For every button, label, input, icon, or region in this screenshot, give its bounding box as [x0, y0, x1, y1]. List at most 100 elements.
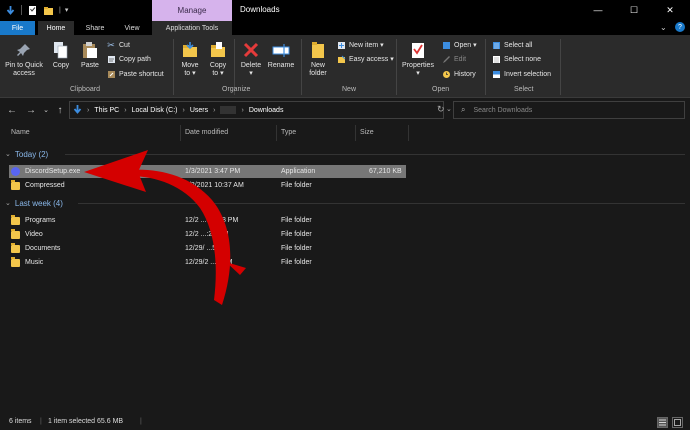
help-icon[interactable]: ?: [675, 22, 685, 32]
expand-ribbon-chevron-icon[interactable]: ⌄: [660, 23, 667, 32]
invert-selection-button[interactable]: Invert selection: [491, 68, 551, 80]
ribbon-separator: [396, 39, 397, 95]
edit-pencil-icon: [441, 54, 451, 64]
address-bar[interactable]: › This PC › Local Disk (C:) › Users › › …: [69, 101, 444, 119]
new-folder-button[interactable]: New folder: [304, 40, 332, 78]
tab-manage[interactable]: Manage: [152, 0, 232, 21]
breadcrumb-chevron-icon[interactable]: ›: [183, 107, 185, 114]
recent-locations-chevron-icon[interactable]: ⌄: [40, 104, 52, 116]
file-type: Application: [281, 168, 316, 175]
file-row[interactable]: DiscordSetup.exe 1/3/2021 3:47 PM Applic…: [9, 165, 406, 178]
search-box[interactable]: ⌕ Search Downloads: [453, 101, 685, 119]
select-none-icon: [491, 54, 501, 64]
clipboard-group-label: Clipboard: [70, 86, 100, 93]
column-header-size[interactable]: Size: [360, 125, 374, 139]
ribbon: Pin to Quick access Copy Paste ✂ Cut Cop…: [0, 35, 690, 98]
forward-arrow-icon[interactable]: →: [25, 104, 37, 116]
maximize-button[interactable]: ☐: [616, 2, 652, 18]
edit-label: Edit: [454, 55, 467, 63]
copy-path-button[interactable]: Copy path: [106, 53, 151, 65]
breadcrumb-chevron-icon[interactable]: ›: [124, 107, 126, 114]
breadcrumb-this-pc[interactable]: This PC: [94, 107, 119, 114]
column-separator[interactable]: [355, 125, 356, 141]
select-none-button[interactable]: Select none: [491, 53, 541, 65]
breadcrumb-chevron-icon[interactable]: ›: [87, 107, 89, 114]
tab-application-tools[interactable]: Application Tools: [152, 21, 232, 35]
file-row[interactable]: Compressed 1/3/2021 10:37 AM File folder: [9, 179, 406, 192]
navigation-bar: ← → ⌄ ↑ › This PC › Local Disk (C:) › Us…: [0, 99, 690, 121]
column-header-name[interactable]: Name: [11, 125, 30, 139]
paste-button[interactable]: Paste: [78, 40, 102, 70]
customize-qa-chevron-icon[interactable]: ▾: [65, 6, 69, 14]
app-download-icon[interactable]: [5, 5, 16, 16]
minimize-button[interactable]: —: [580, 2, 616, 18]
history-clock-icon: [441, 69, 451, 79]
column-separator[interactable]: [276, 125, 277, 141]
move-to-button[interactable]: Move to ▾: [178, 40, 202, 78]
rename-label: Rename: [267, 62, 295, 69]
selection-info: 1 item selected 65.6 MB: [48, 418, 124, 425]
column-separator[interactable]: [408, 125, 409, 141]
open-button[interactable]: Open ▾: [441, 39, 477, 51]
title-bar: | ▾ Manage Downloads — ☐ ✕: [0, 0, 690, 21]
breadcrumb-local-disk[interactable]: Local Disk (C:): [132, 107, 178, 114]
edit-button[interactable]: Edit: [441, 53, 466, 65]
easy-access-icon: [336, 54, 346, 64]
file-row[interactable]: Documents 12/29/ ...5 PM File folder: [9, 242, 406, 255]
column-separator[interactable]: [180, 125, 181, 141]
address-dropdown-chevron-icon[interactable]: ⌄: [446, 105, 452, 113]
details-view-icon[interactable]: [657, 417, 668, 428]
pin-to-quick-access-button[interactable]: Pin to Quick access: [3, 40, 45, 78]
group-header-today[interactable]: ⌄ Today (2): [5, 148, 48, 160]
file-name-cell: Video: [11, 228, 43, 241]
history-label: History: [454, 70, 476, 78]
copy-button[interactable]: Copy: [50, 40, 72, 70]
back-arrow-icon[interactable]: ←: [6, 104, 18, 116]
collapse-chevron-icon[interactable]: ⌄: [5, 150, 11, 158]
rename-button[interactable]: Rename: [266, 40, 296, 70]
file-name-cell: Music: [11, 256, 43, 269]
delete-button[interactable]: Delete ▾: [238, 40, 264, 78]
easy-access-button[interactable]: Easy access ▾: [336, 53, 394, 65]
tab-home[interactable]: Home: [38, 21, 74, 35]
close-button[interactable]: ✕: [652, 2, 688, 18]
new-item-button[interactable]: New item ▾: [336, 39, 384, 51]
pin-icon: [14, 40, 34, 60]
file-row[interactable]: Video 12/2 ...:23 PM File folder: [9, 228, 406, 241]
cut-button[interactable]: ✂ Cut: [106, 39, 130, 51]
file-name: Documents: [25, 245, 61, 252]
copy-path-icon: [106, 54, 116, 64]
collapse-chevron-icon[interactable]: ⌄: [5, 199, 11, 207]
tab-file[interactable]: File: [0, 21, 35, 35]
file-row[interactable]: Programs 12/2 ...0 5:38 PM File folder: [9, 214, 406, 227]
breadcrumb-chevron-icon[interactable]: ›: [213, 107, 215, 114]
select-all-button[interactable]: Select all: [491, 39, 532, 51]
file-name: Programs: [25, 217, 56, 224]
file-type: File folder: [281, 217, 312, 224]
paste-shortcut-button[interactable]: Paste shortcut: [106, 68, 164, 80]
tab-share[interactable]: Share: [80, 21, 110, 35]
refresh-icon[interactable]: ↻: [437, 104, 445, 115]
column-header-type[interactable]: Type: [281, 125, 296, 139]
properties-icon[interactable]: [27, 5, 38, 16]
move-to-label-2: to ▾: [184, 70, 196, 77]
easy-access-label: Easy access ▾: [349, 56, 394, 63]
tab-view[interactable]: View: [117, 21, 147, 35]
breadcrumb-redacted-user[interactable]: [220, 106, 237, 114]
breadcrumb-chevron-icon[interactable]: ›: [241, 107, 243, 114]
properties-button[interactable]: Properties ▾: [399, 40, 437, 78]
up-arrow-icon[interactable]: ↑: [54, 104, 66, 116]
copy-to-button[interactable]: Copy to ▾: [206, 40, 230, 78]
breadcrumb-users[interactable]: Users: [190, 107, 208, 114]
breadcrumb-downloads[interactable]: Downloads: [249, 107, 284, 114]
large-icons-view-icon[interactable]: [672, 417, 683, 428]
folder-icon: [11, 256, 20, 267]
open-label: Open ▾: [454, 42, 477, 49]
properties-check-icon: [408, 40, 428, 60]
copy-to-icon: [208, 40, 228, 60]
new-folder-icon[interactable]: [43, 5, 54, 16]
history-button[interactable]: History: [441, 68, 476, 80]
group-header-last-week[interactable]: ⌄ Last week (4): [5, 197, 63, 209]
column-header-date[interactable]: Date modified: [185, 125, 228, 139]
file-row[interactable]: Music 12/29/2 ...0 PM File folder: [9, 256, 406, 269]
